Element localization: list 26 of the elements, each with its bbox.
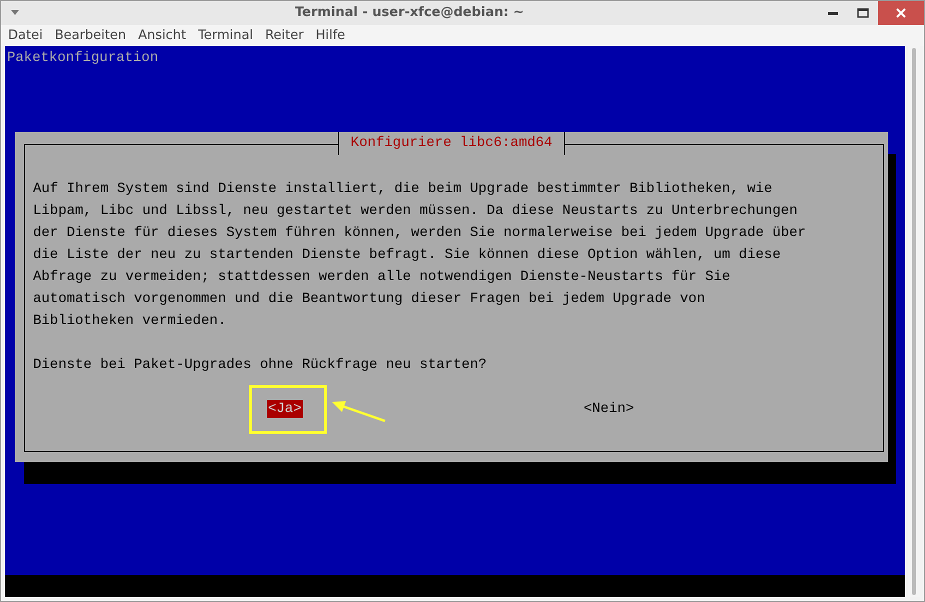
dialog-text-line: Auf Ihrem System sind Dienste installiert, die beim Upgrade bestimmter Bibliotheken, wie	[33, 180, 774, 199]
menu-item[interactable]: Hilfe	[316, 26, 346, 46]
menu-item[interactable]: Reiter	[265, 26, 304, 46]
close-icon	[896, 8, 906, 18]
terminal-header: Paketkonfiguration	[7, 49, 158, 68]
dialog-text-line: Bibliotheken vermieden.	[33, 312, 228, 331]
window-title: Terminal - user-xfce@debian: ~	[294, 4, 524, 22]
menu-item[interactable]: Bearbeiten	[54, 26, 126, 46]
dialog-button[interactable]: <Nein>	[582, 400, 636, 418]
minimize-icon	[828, 12, 838, 14]
window-menu-icon[interactable]	[10, 9, 20, 16]
dialog-text-line: Abfrage zu vermeiden; stattdessen werden alle notwendigen Dienste-Neustarts für Sie	[33, 268, 732, 287]
dialog-text-line: der Dienste für dieses System führen können, werden Sie normalerweise bei jedem Upgrade über	[33, 224, 806, 243]
menu-item[interactable]: Ansicht	[138, 26, 186, 46]
menu-item[interactable]: Terminal	[198, 26, 254, 46]
dialog-button[interactable]: <Ja>	[267, 400, 303, 418]
menu-item[interactable]: Datei	[8, 26, 43, 46]
dialog-title: Konfiguriere libc6:amd64	[338, 132, 566, 155]
dialog-text-line: automatisch vorgenommen und die Beantwortung dieser Fragen bei jedem Upgrade von	[33, 290, 706, 309]
pointer-arrow	[330, 398, 388, 424]
dialog-text-line: die Liste der neu zu startenden Dienste befragt. Sie können diese Option wählen, um diese	[33, 246, 782, 265]
scrollbar-thumb[interactable]	[912, 48, 916, 595]
close-button[interactable]	[878, 1, 924, 25]
maximize-icon	[857, 8, 869, 18]
dialog-text-line: Libpam, Libc und Libssl, neu gestartet werden müssen. Da diese Neustarts zu Unterbrechungen	[33, 202, 799, 221]
dialog-question: Dienste bei Paket-Upgrades ohne Rückfrage neu starten?	[33, 356, 487, 375]
